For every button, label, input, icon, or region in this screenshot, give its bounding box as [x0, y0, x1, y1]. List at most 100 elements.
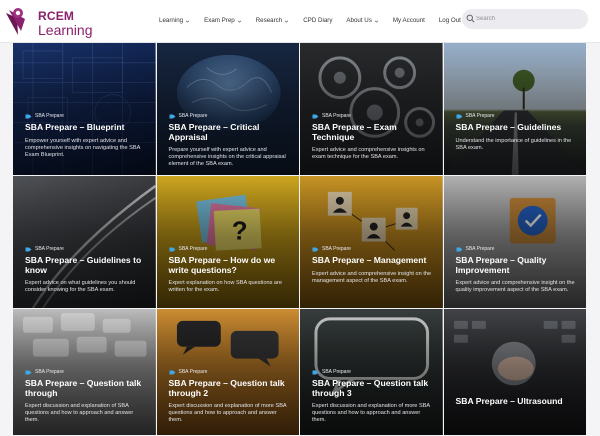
card-description: Expert advice on what guidelines you sho… — [25, 280, 136, 294]
card-tag-label: SBA Prepare — [465, 113, 495, 119]
course-card-write-questions[interactable]: ? SBA Prepare SBA Prepare – How do we wr… — [156, 176, 300, 309]
nav-item-label: Learning — [159, 17, 184, 24]
search-input[interactable] — [476, 12, 584, 26]
course-card-guidelines-to-know[interactable]: SBA Prepare SBA Prepare – Guidelines to … — [13, 176, 157, 309]
nav-item-label: CPD Diary — [303, 17, 333, 24]
nav-item-cpd-diary[interactable]: CPD Diary — [296, 14, 339, 28]
card-tag: SBA Prepare — [169, 369, 292, 375]
card-tag: SBA Prepare — [25, 113, 148, 119]
logo-text-learning: Learning — [38, 22, 93, 38]
logo-text-rcem: RCEM — [38, 9, 75, 23]
card-description: Expert discussion and explanation of mor… — [168, 403, 287, 424]
card-title: SBA Prepare – Question talk through 2 — [168, 378, 285, 398]
tag-icon — [169, 247, 175, 251]
course-card-exam-technique[interactable]: SBA Prepare SBA Prepare – Exam Technique… — [300, 43, 444, 176]
course-card-blueprint[interactable]: SBA Prepare SBA Prepare – Blueprint Empo… — [13, 43, 157, 176]
card-title: SBA Prepare – How do we write questions? — [168, 255, 276, 275]
nav-item-exam-prep[interactable]: Exam Prep — [197, 14, 249, 28]
card-title: SBA Prepare – Quality Improvement — [455, 255, 547, 275]
card-content: SBA Prepare SBA Prepare – Exam Technique… — [312, 113, 435, 161]
tag-icon — [312, 114, 319, 118]
tag-icon — [169, 114, 175, 118]
card-tag-label: SBA Prepare — [178, 369, 208, 375]
card-content: SBA Prepare SBA Prepare – Management Exp… — [312, 246, 435, 285]
course-card-management[interactable]: SBA Prepare SBA Prepare – Management Exp… — [300, 176, 444, 309]
chevron-down-icon — [284, 20, 289, 23]
course-card-ultrasound[interactable]: SBA Prepare – Ultrasound — [443, 309, 587, 436]
tag-icon — [456, 247, 462, 251]
card-overlay — [443, 43, 586, 175]
card-content: SBA Prepare SBA Prepare – Critical Appra… — [169, 113, 292, 169]
card-tag: SBA Prepare — [312, 246, 435, 252]
course-card-guidelines[interactable]: SBA Prepare SBA Prepare – Guidelines Und… — [443, 43, 587, 176]
nav-item-learning[interactable]: Learning — [152, 14, 197, 28]
card-tag-label: SBA Prepare — [178, 246, 208, 252]
card-tag: SBA Prepare — [169, 113, 292, 119]
nav-item-label: Log Out — [438, 17, 461, 24]
card-content: SBA Prepare SBA Prepare – Guidelines to … — [25, 246, 148, 294]
card-title: SBA Prepare – Guidelines — [455, 122, 562, 132]
card-content: SBA Prepare SBA Prepare – Question talk … — [169, 369, 292, 425]
card-description: Expert advice and comprehensive insights… — [312, 147, 425, 161]
nav-item-about-us[interactable]: About Us — [339, 14, 385, 28]
card-tag-label: SBA Prepare — [35, 246, 64, 252]
rcem-logo-icon — [6, 8, 25, 35]
site-logo[interactable]: RCEM Learning — [5, 5, 115, 39]
chevron-down-icon — [237, 20, 241, 23]
tag-icon — [456, 114, 462, 118]
card-content: SBA Prepare SBA Prepare – Question talk … — [312, 369, 435, 425]
nav-item-label: About Us — [346, 17, 372, 24]
card-tag: SBA Prepare — [25, 246, 148, 252]
card-tag-label: SBA Prepare — [465, 246, 495, 252]
card-tag-label: SBA Prepare — [35, 113, 64, 119]
nav-item-label: Exam Prep — [204, 17, 235, 24]
card-tag: SBA Prepare — [312, 369, 435, 375]
card-description: Expert advice and comprehensive insight … — [455, 280, 575, 294]
card-description: Understand the importance of guidelines … — [455, 137, 572, 151]
card-tag: SBA Prepare — [312, 113, 435, 119]
course-card-question-talk-through[interactable]: SBA Prepare SBA Prepare – Question talk … — [13, 309, 157, 436]
course-card-question-talk-through-3[interactable]: SBA Prepare SBA Prepare – Question talk … — [300, 309, 444, 436]
card-content: SBA Prepare SBA Prepare – How do we writ… — [169, 246, 292, 294]
card-tag: SBA Prepare — [456, 246, 579, 252]
card-tag-label: SBA Prepare — [322, 113, 351, 119]
card-title: SBA Prepare – Guidelines to know — [25, 255, 142, 275]
card-description: Empower yourself with expert advice and … — [25, 137, 141, 158]
card-tag-label: SBA Prepare — [322, 246, 351, 252]
card-description: Prepare yourself with expert advice and … — [168, 147, 286, 168]
nav-item-label: Research — [255, 17, 283, 24]
card-description: Expert advice and comprehensive insight … — [312, 270, 432, 284]
tag-icon — [25, 114, 32, 118]
card-title: SBA Prepare – Blueprint — [25, 122, 125, 132]
card-description: Expert discussion and explanation of mor… — [312, 403, 430, 424]
card-title: SBA Prepare – Management — [312, 255, 427, 265]
course-card-question-talk-through-2[interactable]: SBA Prepare SBA Prepare – Question talk … — [156, 309, 300, 436]
tag-icon — [312, 370, 319, 374]
card-tag-label: SBA Prepare — [322, 369, 351, 375]
card-content: SBA Prepare SBA Prepare – Question talk … — [25, 369, 148, 425]
card-content: SBA Prepare SBA Prepare – Blueprint Empo… — [25, 113, 148, 159]
card-tag: SBA Prepare — [169, 246, 292, 252]
card-tag: SBA Prepare — [456, 113, 579, 119]
tag-icon — [169, 370, 175, 374]
card-title: SBA Prepare – Question talk through 3 — [312, 378, 429, 398]
card-content: SBA Prepare SBA Prepare – Quality Improv… — [456, 246, 579, 294]
tag-icon — [312, 247, 319, 251]
chevron-down-icon — [185, 20, 190, 23]
card-tag-label: SBA Prepare — [178, 113, 208, 119]
card-title: SBA Prepare – Exam Technique — [312, 122, 397, 142]
card-overlay — [300, 176, 443, 308]
nav-item-research[interactable]: Research — [249, 14, 296, 28]
card-content: SBA Prepare SBA Prepare – Guidelines Und… — [456, 113, 579, 152]
nav-item-my-account[interactable]: My Account — [386, 14, 432, 28]
search-icon — [466, 14, 475, 23]
card-tag-label: SBA Prepare — [35, 369, 64, 375]
card-title: SBA Prepare – Question talk through — [25, 378, 142, 398]
course-card-critical-appraisal[interactable]: SBA Prepare SBA Prepare – Critical Appra… — [156, 43, 300, 176]
card-overlay — [443, 309, 586, 435]
course-grid: SBA Prepare SBA Prepare – Blueprint Empo… — [13, 43, 587, 436]
card-tag: SBA Prepare — [25, 369, 148, 375]
course-card-quality-improvement[interactable]: SBA Prepare SBA Prepare – Quality Improv… — [443, 176, 587, 309]
tag-icon — [25, 370, 32, 374]
nav-item-label: My Account — [392, 17, 425, 24]
